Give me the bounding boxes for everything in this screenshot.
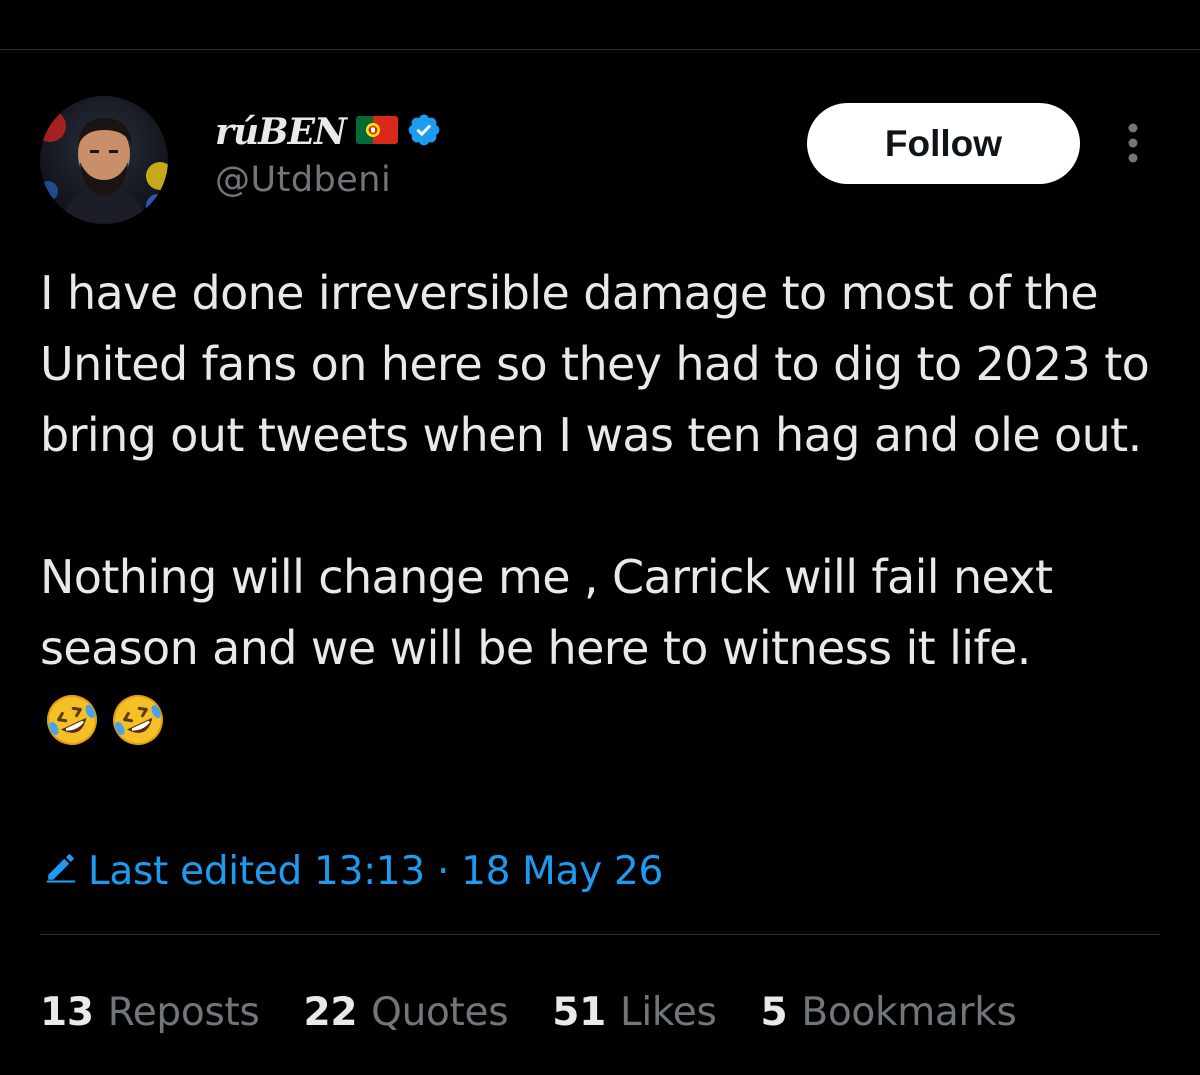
name-row: rúBEN (215, 108, 442, 156)
display-name[interactable]: rúBEN (215, 111, 347, 153)
stat-label: Reposts (107, 989, 260, 1035)
tweet-text: I have done irreversible damage to most … (40, 258, 1160, 750)
stat-label: Bookmarks (801, 989, 1017, 1035)
stat-count: 51 (552, 989, 606, 1035)
quotes-stat[interactable]: 22 Quotes (303, 990, 508, 1035)
stat-count: 22 (303, 989, 358, 1035)
verified-badge-icon (406, 112, 442, 152)
stat-label: Likes (619, 989, 717, 1035)
separator-dot: · (436, 848, 450, 894)
more-vertical-icon[interactable] (1123, 122, 1143, 164)
rofl-emoji-icon (47, 695, 97, 745)
portugal-flag-icon (355, 116, 398, 148)
rofl-emoji-icon (113, 695, 163, 745)
edited-label: Last edited 13:13 (88, 848, 425, 894)
stat-label: Quotes (371, 989, 509, 1035)
author-handle[interactable]: @Utdbeni (215, 160, 442, 200)
reposts-stat[interactable]: 13 Reposts (40, 989, 260, 1035)
emoji-row (40, 690, 1160, 750)
edited-info[interactable]: Last edited 13:13 · 18 May 26 (44, 843, 663, 899)
edited-date: 18 May 26 (461, 848, 664, 894)
engagement-stats: 13 Reposts 22 Quotes 51 Likes 5 Bookmark… (40, 984, 1061, 1040)
bookmarks-stat[interactable]: 5 Bookmarks (761, 990, 1017, 1035)
tweet-paragraph: Nothing will change me , Carrick will fa… (40, 550, 1067, 675)
stat-count: 13 (40, 989, 94, 1035)
divider (40, 934, 1160, 935)
author-info: rúBEN @Utdbeni (215, 108, 442, 200)
avatar[interactable] (40, 96, 168, 224)
stat-count: 5 (760, 989, 788, 1035)
follow-button[interactable]: Follow (807, 103, 1080, 184)
top-divider (0, 49, 1200, 50)
tweet-header: rúBEN @Utdbeni Follow (40, 96, 1160, 226)
likes-stat[interactable]: 51 Likes (552, 989, 717, 1035)
tweet-paragraph: I have done irreversible damage to most … (40, 266, 1164, 462)
pencil-icon (44, 849, 78, 894)
